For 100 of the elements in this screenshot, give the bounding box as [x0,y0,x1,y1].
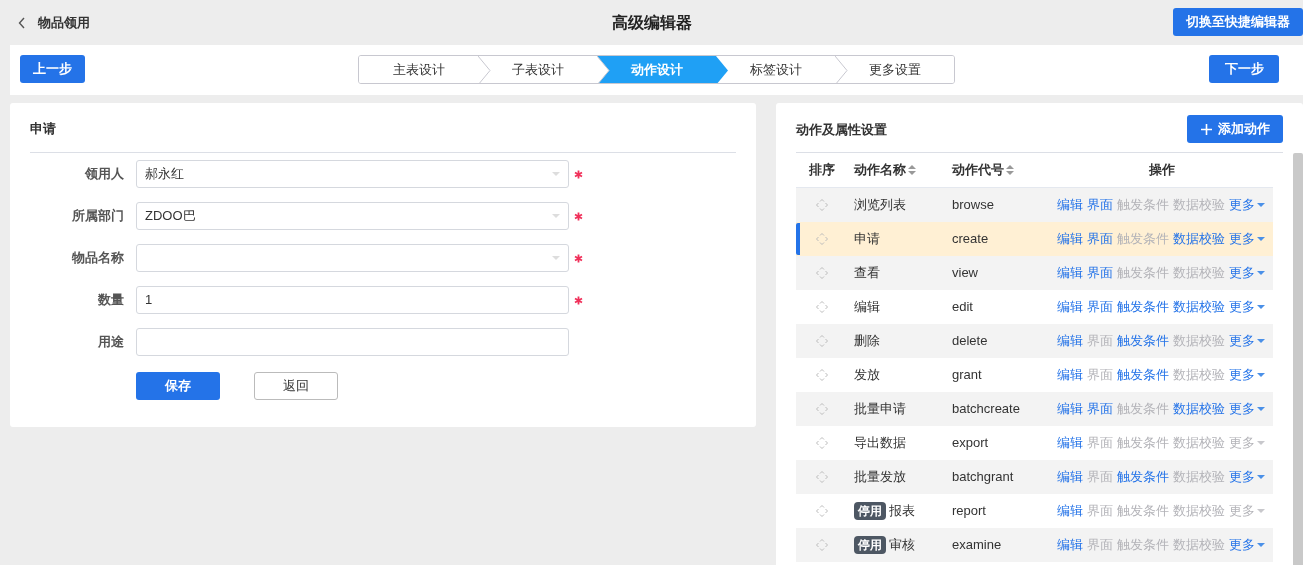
table-row[interactable]: 浏览列表 browse 编辑 界面 触发条件 数据校验 更多 [796,188,1273,222]
more-link[interactable]: 更多 [1229,331,1265,351]
more-link[interactable]: 更多 [1229,399,1265,419]
table-row[interactable]: 删除 delete 编辑 界面 触发条件 数据校验 更多 [796,324,1273,358]
action-link[interactable]: 界面 [1087,501,1113,521]
next-button[interactable]: 下一步 [1209,55,1279,83]
select-field[interactable]: 郝永红 [136,160,569,188]
select-field[interactable] [136,244,569,272]
table-cell-text: batchcreate [951,400,1021,419]
caret-icon [1257,373,1265,377]
table-cell-text: examine [951,536,1003,555]
input-field[interactable] [136,328,569,356]
more-link[interactable]: 更多 [1229,501,1265,521]
input-field[interactable]: 1 [136,286,569,314]
sort-icon[interactable] [908,164,916,176]
action-link[interactable]: 界面 [1087,263,1113,283]
table-row[interactable]: 查看 view 编辑 界面 触发条件 数据校验 更多 [796,256,1273,290]
more-link[interactable]: 更多 [1229,195,1265,215]
action-link[interactable]: 编辑 [1057,467,1083,487]
action-link[interactable]: 编辑 [1057,535,1083,555]
action-link[interactable]: 数据校验 [1173,399,1225,419]
table-cell-text: 导出数据 [854,434,906,453]
field-label: 用途 [97,333,124,352]
action-link[interactable]: 编辑 [1057,195,1083,215]
drag-handle-icon[interactable] [816,505,828,517]
dropdown-icon [552,172,560,176]
caret-icon [1257,543,1265,547]
status-badge: 停用 [854,536,886,554]
action-link[interactable]: 界面 [1087,433,1113,453]
drag-handle-icon[interactable] [816,471,828,483]
action-link[interactable]: 数据校验 [1173,501,1225,521]
action-link[interactable]: 界面 [1087,365,1113,385]
drag-handle-icon[interactable] [816,267,828,279]
action-link[interactable]: 触发条件 [1117,433,1169,453]
more-link[interactable]: 更多 [1229,433,1265,453]
drag-handle-icon[interactable] [816,437,828,449]
action-link[interactable]: 编辑 [1057,501,1083,521]
action-link[interactable]: 触发条件 [1117,467,1169,487]
action-link[interactable]: 界面 [1087,297,1113,317]
caret-icon [1257,509,1265,513]
back-icon[interactable] [18,16,26,29]
action-link[interactable]: 编辑 [1057,331,1083,351]
save-button[interactable]: 保存 [136,372,220,400]
table-row[interactable]: 停用 审核 examine 编辑 界面 触发条件 数据校验 更多 [796,528,1273,562]
form-title: 申请 [30,120,57,136]
step-tab[interactable]: 更多设置 [835,56,954,83]
caret-icon [1257,237,1265,241]
action-link[interactable]: 触发条件 [1117,365,1169,385]
more-link[interactable]: 更多 [1229,229,1265,249]
status-badge: 停用 [854,502,886,520]
page-title: 高级编辑器 [612,13,692,33]
table-row[interactable]: 批量发放 batchgrant 编辑 界面 触发条件 数据校验 更多 [796,460,1273,494]
column-header[interactable]: 动作代号 [952,160,1004,180]
action-link[interactable]: 编辑 [1057,229,1083,249]
action-link[interactable]: 编辑 [1057,433,1083,453]
action-link[interactable]: 编辑 [1057,365,1083,385]
table-cell-text: 审核 [889,536,915,555]
more-link[interactable]: 更多 [1229,365,1265,385]
action-link[interactable]: 编辑 [1057,263,1083,283]
prev-button[interactable]: 上一步 [20,55,85,83]
action-link[interactable]: 触发条件 [1117,297,1169,317]
sort-icon[interactable] [1006,164,1014,176]
action-link[interactable]: 界面 [1087,229,1113,249]
table-cell-text: browse [951,196,995,215]
table-cell-text: export [951,434,990,453]
switch-editor-button[interactable]: 切换至快捷编辑器 [1173,8,1303,36]
select-field[interactable]: ZDOO巴 [136,202,569,230]
drag-handle-icon[interactable] [816,369,828,381]
action-link[interactable]: 数据校验 [1173,365,1225,385]
table-cell-text: edit [951,298,974,317]
drag-handle-icon[interactable] [816,199,828,211]
more-link[interactable]: 更多 [1229,467,1265,487]
drag-handle-icon[interactable] [816,403,828,415]
add-action-button[interactable]: 添加动作 [1187,115,1283,143]
dropdown-icon [552,256,560,260]
action-link[interactable]: 数据校验 [1173,297,1225,317]
caret-icon [1257,203,1265,207]
table-row[interactable]: 批量申请 batchcreate 编辑 界面 触发条件 数据校验 更多 [796,392,1273,426]
action-link[interactable]: 界面 [1087,399,1113,419]
caret-icon [1257,441,1265,445]
drag-handle-icon[interactable] [816,539,828,551]
action-link[interactable]: 数据校验 [1173,229,1225,249]
back-link[interactable]: 物品领用 [38,12,90,33]
drag-handle-icon[interactable] [816,233,828,245]
more-link[interactable]: 更多 [1229,297,1265,317]
table-row[interactable]: 申请 create 编辑 界面 触发条件 数据校验 更多 [796,222,1273,256]
action-link[interactable]: 编辑 [1057,399,1083,419]
back-button[interactable]: 返回 [254,372,338,400]
drag-handle-icon[interactable] [816,301,828,313]
action-link[interactable]: 界面 [1087,195,1113,215]
table-cell-text: 批量申请 [854,400,906,419]
drag-handle-icon[interactable] [816,335,828,347]
more-link[interactable]: 更多 [1229,535,1265,555]
more-link[interactable]: 更多 [1229,263,1265,283]
column-header[interactable]: 动作名称 [854,160,906,180]
action-link[interactable]: 数据校验 [1173,433,1225,453]
scrollbar[interactable] [1293,153,1303,565]
action-link[interactable]: 触发条件 [1117,331,1169,351]
action-link[interactable]: 编辑 [1057,297,1083,317]
action-link[interactable]: 触发条件 [1117,501,1169,521]
